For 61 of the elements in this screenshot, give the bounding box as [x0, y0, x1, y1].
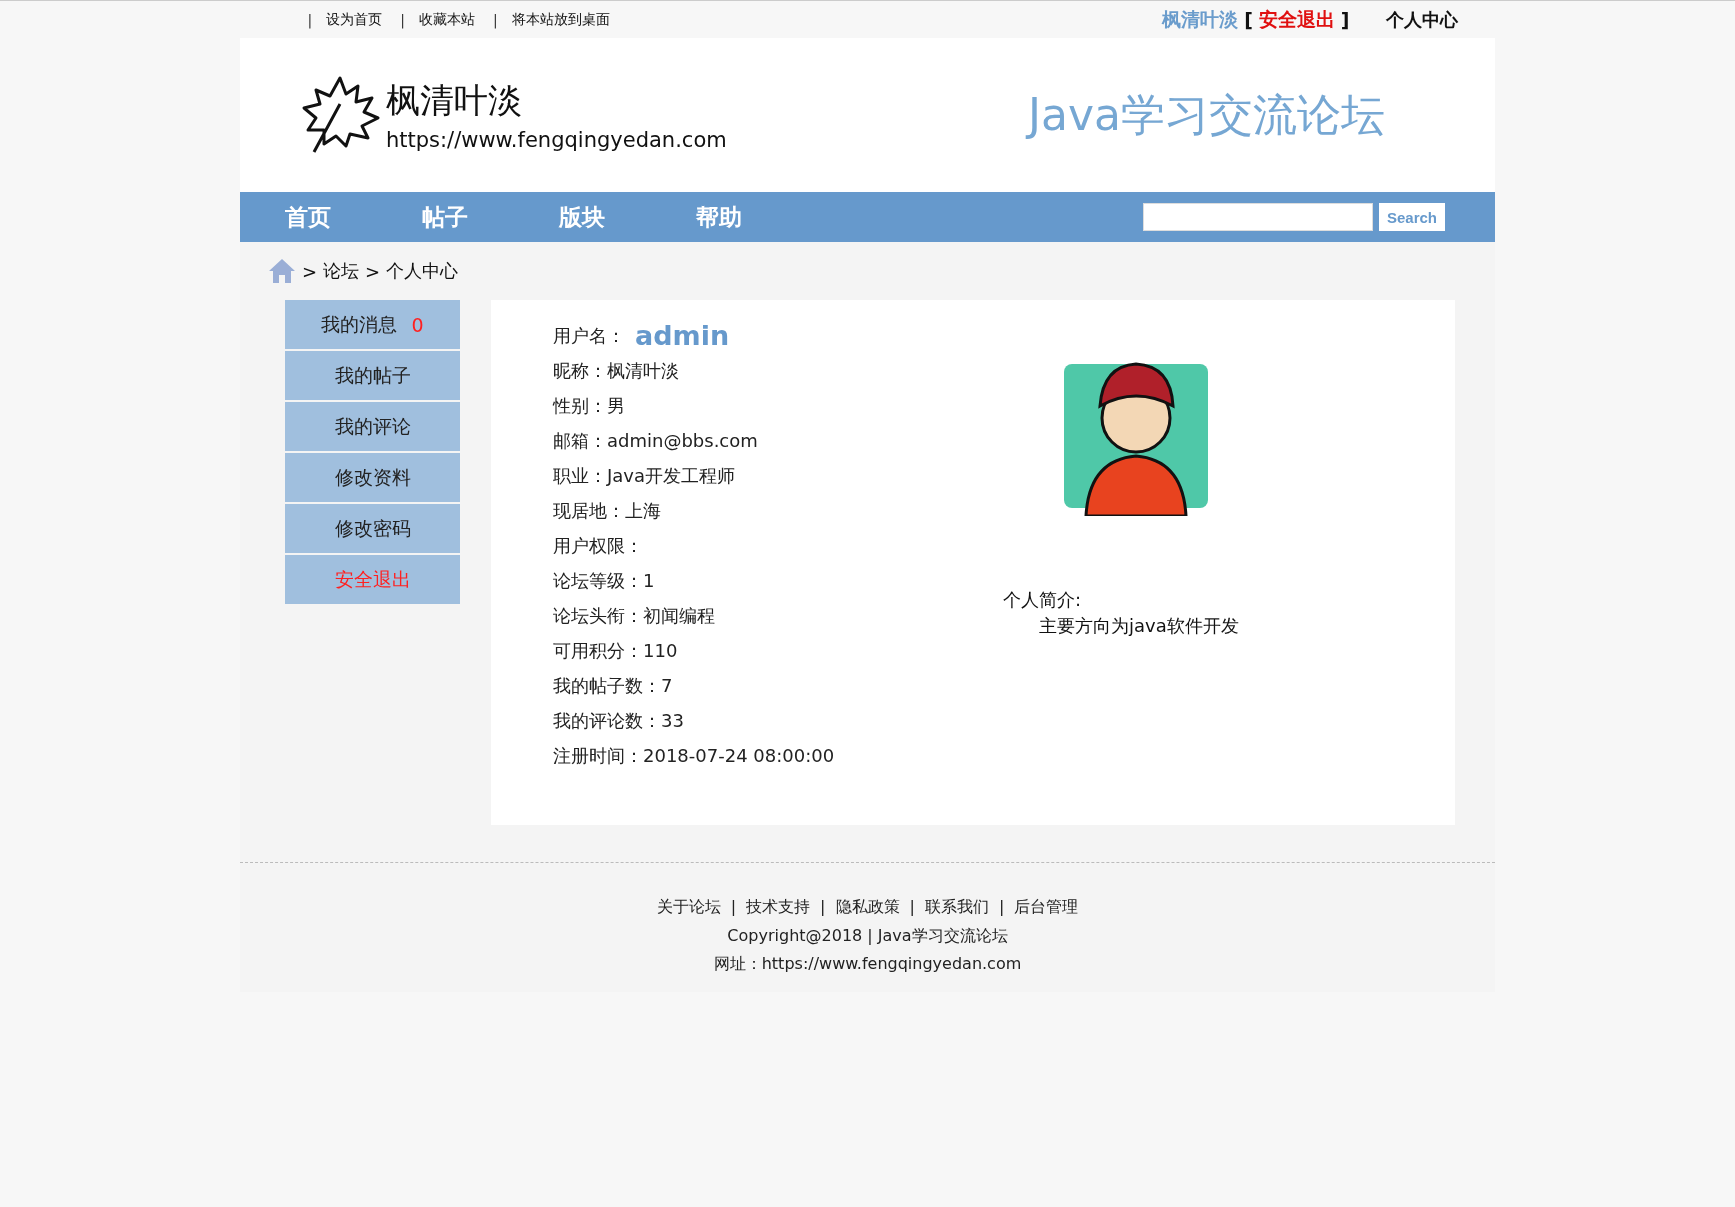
separator: | [307, 11, 313, 28]
personal-center-link[interactable]: 个人中心 [1385, 7, 1458, 32]
separator: | [909, 897, 915, 918]
footer-link[interactable]: 后台管理 [1014, 897, 1079, 918]
field-value: 7 [661, 675, 673, 696]
bracket: [ [1244, 8, 1253, 31]
separator: | [492, 11, 498, 28]
menu-item[interactable]: 修改密码 [285, 504, 460, 553]
field-label: 现居地： [553, 498, 625, 523]
field-label: 职业： [553, 463, 607, 488]
site-address: 网址：https://www.fengqingyedan.com [713, 954, 1022, 974]
field-value: 2018-07-24 08:00:00 [643, 745, 835, 766]
breadcrumb-item[interactable]: 个人中心 [386, 259, 459, 283]
field-value: 男 [607, 393, 625, 418]
separator: | [730, 897, 737, 918]
field-label: 邮箱： [553, 428, 607, 453]
field-value: 1 [643, 570, 655, 591]
field-label: 性别： [553, 393, 607, 418]
field-label: 论坛等级： [553, 568, 643, 593]
field-label: 论坛头衔： [553, 603, 643, 628]
field-label: 注册时间： [553, 743, 643, 768]
breadcrumb-item: > [302, 260, 318, 282]
top-link[interactable]: 将本站放到桌面 [511, 10, 610, 29]
bio-text: 主要方向为java软件开发 [1039, 614, 1239, 638]
bio-label: 个人简介: [1003, 588, 1083, 612]
logo-name: 枫清叶淡 [386, 79, 523, 122]
field-value: 33 [661, 710, 684, 731]
copyright-text: Copyright@2018 | Java学习交流论坛 [727, 926, 1008, 946]
top-link[interactable]: 收藏本站 [418, 10, 475, 29]
footer-link[interactable]: 技术支持 [746, 897, 811, 918]
field-value: 枫清叶淡 [607, 358, 679, 383]
logo-url: https://www.fengqingyedan.com [386, 128, 727, 152]
menu-item[interactable]: 我的帖子 [285, 351, 460, 400]
search-field[interactable] [1143, 203, 1373, 231]
field-value: admin@bbs.com [607, 430, 758, 451]
field-value: Java开发工程师 [607, 463, 736, 488]
footer-link[interactable]: 关于论坛 [656, 897, 721, 918]
separator: | [998, 897, 1005, 918]
field-label: 我的评论数： [553, 708, 661, 733]
field-label: 用户权限： [553, 533, 643, 558]
field-value: 上海 [625, 498, 661, 523]
field-value: 初闻编程 [643, 603, 715, 628]
home-icon[interactable] [268, 258, 296, 284]
field-value: 110 [643, 640, 678, 661]
menu-item[interactable]: 我的消息 0 [285, 300, 460, 349]
field-label: 用户名： [553, 323, 625, 348]
field-label: 可用积分： [553, 638, 643, 663]
footer-link[interactable]: 隐私政策 [835, 897, 900, 918]
top-link[interactable]: 设为首页 [326, 10, 383, 29]
logout-link[interactable]: 安全退出 [1258, 6, 1335, 33]
breadcrumb-item: > [365, 260, 381, 282]
footer-link[interactable]: 联系我们 [924, 897, 989, 918]
field-label: 昵称： [553, 358, 607, 383]
menu-item[interactable]: 我的评论 [285, 402, 460, 451]
bracket: ] [1340, 8, 1350, 31]
menu-item[interactable]: 修改资料 [285, 453, 460, 502]
separator: | [400, 11, 405, 28]
username-value: admin [635, 320, 730, 351]
breadcrumb-item[interactable]: 论坛 [323, 259, 360, 283]
separator: | [820, 897, 826, 918]
field-label: 我的帖子数： [553, 673, 661, 698]
